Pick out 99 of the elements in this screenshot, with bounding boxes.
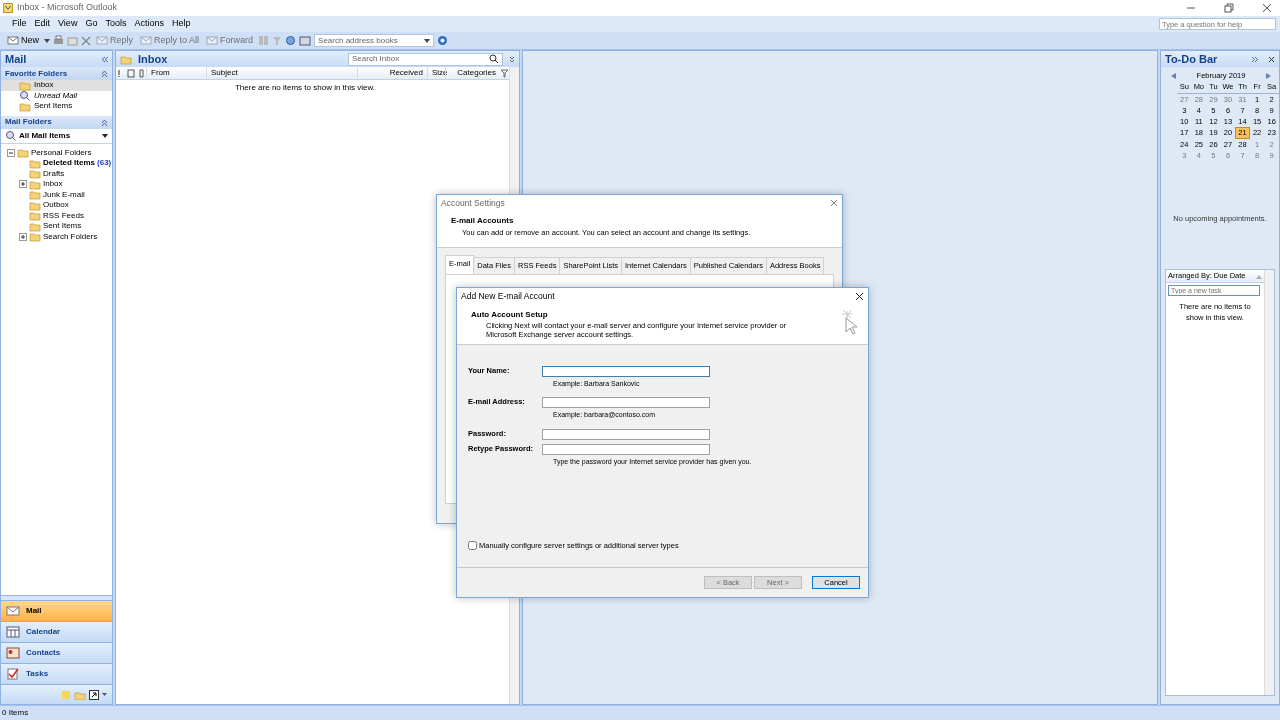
column-header[interactable]: From: [146, 67, 206, 79]
folder-icon: [29, 157, 41, 169]
search-folder-icon: [5, 130, 16, 141]
envelope-icon: [206, 35, 219, 46]
collapse-icon: [101, 118, 108, 126]
folder-item[interactable]: Junk E-mail: [7, 189, 112, 200]
envelope-icon: [7, 35, 19, 46]
close-icon[interactable]: [1262, 3, 1272, 13]
pane-title: Inbox: [138, 51, 168, 67]
folder-item[interactable]: Deleted Items (63): [7, 158, 112, 169]
nav-button[interactable]: Contacts: [1, 642, 112, 663]
section-header[interactable]: Favorite Folders: [1, 67, 112, 80]
restore-icon[interactable]: [1224, 3, 1234, 13]
section-header[interactable]: Mail Folders: [1, 115, 112, 129]
close-icon[interactable]: [855, 291, 864, 301]
favorite-folder[interactable]: Inbox: [1, 80, 112, 91]
empty-message: There are no items to show in this view.: [233, 82, 377, 94]
status-text: 0 Items: [0, 705, 1280, 720]
folder-icon: [29, 189, 41, 201]
folder-icon: [29, 168, 41, 180]
search-icon: [489, 54, 499, 64]
scrollbar[interactable]: [1264, 270, 1274, 695]
folder-item[interactable]: Sent Items: [7, 221, 112, 232]
section-heading: E-mail Accounts: [451, 215, 515, 227]
input-field[interactable]: [542, 396, 710, 408]
menu-item[interactable]: Tools: [101, 17, 131, 31]
toolbar-button[interactable]: New: [5, 33, 41, 48]
checklist-icon: [6, 667, 20, 681]
folder-icon: [17, 147, 29, 159]
folder-item[interactable]: Personal Folders: [7, 147, 112, 158]
view-selector[interactable]: All Mail Items: [1, 128, 112, 144]
importance-icon: [116, 68, 146, 78]
folder-icon: [120, 53, 132, 65]
dialog-title: Add New E-mail Account: [461, 289, 555, 303]
pane-title: To-Do Bar: [1165, 51, 1218, 67]
folder-icon: [29, 178, 41, 190]
menu-item[interactable]: Actions: [130, 17, 168, 31]
nav-button[interactable]: Calendar: [1, 621, 112, 642]
filter-icon[interactable]: [500, 68, 509, 78]
column-header[interactable]: Categories: [445, 67, 500, 79]
menu-item[interactable]: Edit: [30, 17, 55, 31]
folder-item[interactable]: Inbox: [7, 179, 112, 190]
nav-button[interactable]: Tasks: [1, 663, 112, 684]
section-heading: Auto Account Setup: [471, 309, 549, 321]
close-icon[interactable]: [1268, 55, 1275, 63]
folder-item[interactable]: RSS Feeds: [7, 210, 112, 221]
dialog-title: Account Settings: [441, 196, 505, 210]
caret-icon[interactable]: [44, 37, 50, 44]
column-header[interactable]: Received: [357, 67, 427, 79]
calendar-icon: [6, 625, 20, 639]
search-field[interactable]: Search Inbox: [348, 52, 503, 66]
printer-icon[interactable]: [53, 35, 64, 46]
envelope-icon: [96, 35, 108, 46]
menu-item[interactable]: Go: [81, 17, 102, 31]
expand-icon[interactable]: [19, 232, 27, 241]
column-header[interactable]: Subject: [206, 67, 357, 79]
help-icon[interactable]: [437, 35, 449, 46]
folder-item[interactable]: Search Folders: [7, 231, 112, 242]
menu-item[interactable]: View: [54, 17, 82, 31]
folder-icon: [29, 210, 41, 222]
search-folder-icon: [19, 90, 31, 102]
collapse-icon: [101, 70, 108, 77]
address-search-field[interactable]: Search address books: [314, 34, 435, 47]
expand-icon[interactable]: [19, 180, 27, 189]
input-field[interactable]: [542, 365, 710, 377]
pane-title: Mail: [5, 51, 27, 67]
collapse-icon[interactable]: [7, 148, 15, 157]
caret-icon: [424, 37, 431, 44]
favorite-folder[interactable]: Sent Items: [1, 101, 112, 112]
delete-icon[interactable]: [81, 35, 91, 46]
contact-card-icon: [6, 646, 20, 660]
folder-item[interactable]: Drafts: [7, 168, 112, 179]
caret-icon: [102, 132, 108, 139]
folder-item[interactable]: Outbox: [7, 200, 112, 211]
folder-icon: [29, 231, 41, 243]
folder-icon: [29, 220, 41, 232]
menu-item[interactable]: File: [8, 17, 31, 31]
envelope-icon: [140, 35, 153, 46]
expand-icon[interactable]: [1251, 55, 1258, 63]
input-field[interactable]: [542, 443, 710, 455]
checkbox[interactable]: [468, 541, 477, 551]
mail-icon: [6, 604, 20, 618]
folder-icon: [19, 100, 31, 112]
previous-icon[interactable]: [1171, 72, 1176, 79]
section-title: Favorite Folders: [5, 67, 68, 80]
shortcut-icon[interactable]: [89, 689, 99, 700]
collapse-icon[interactable]: [101, 55, 108, 63]
nav-button[interactable]: Mail: [1, 600, 112, 621]
folder-icon: [29, 199, 41, 211]
section-title: Mail Folders: [5, 116, 52, 128]
next-icon[interactable]: [1266, 72, 1271, 79]
favorite-folder[interactable]: Unread Mail: [1, 90, 112, 101]
menu-item[interactable]: Help: [167, 17, 195, 31]
expand-icon[interactable]: [509, 56, 515, 62]
window-title: Inbox - Microsoft Outlook: [17, 1, 118, 15]
input-field[interactable]: [542, 428, 710, 440]
caret-icon[interactable]: [102, 692, 107, 697]
unread-count: (63): [97, 157, 112, 170]
sort-icon: [1256, 273, 1262, 279]
